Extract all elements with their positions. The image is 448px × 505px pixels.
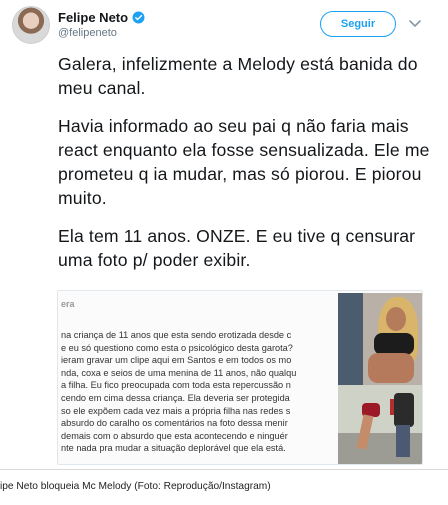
- attached-image[interactable]: era na criança de 11 anos que esta sendo…: [57, 290, 423, 465]
- avatar[interactable]: [12, 6, 50, 44]
- document-line: nda, coxa e seios de uma menina de 11 an…: [61, 367, 297, 378]
- document-line: absurdo do caralho os comentários na fot…: [61, 418, 288, 429]
- display-name-text[interactable]: Felipe Neto: [58, 10, 128, 25]
- tweet-paragraph: Ela tem 11 anos. ONZE. E eu tive q censu…: [58, 226, 416, 270]
- chevron-down-icon[interactable]: [407, 15, 423, 31]
- verified-badge-icon: [132, 11, 145, 24]
- document-line: so ele expõem cada vez mais a própria fi…: [61, 405, 291, 416]
- document-line: ieram gravar um clipe aqui em Santos e e…: [61, 355, 292, 366]
- document-header: era: [61, 299, 75, 309]
- document-line: cendo em cima dessa criança. Ela deveria…: [61, 392, 290, 403]
- document-text: na criança de 11 anos que esta sendo ero…: [61, 329, 361, 455]
- tweet-card: Felipe Neto @felipeneto Seguir Galera, i…: [0, 0, 448, 470]
- photo-bottom: [338, 385, 422, 464]
- user-handle[interactable]: @felipeneto: [58, 27, 117, 39]
- document-line: nte nada pra mudar a situação deplorável…: [61, 443, 286, 454]
- document-line: e eu só questiono como esta o psicológic…: [61, 342, 293, 353]
- tweet-paragraph: Galera, infelizmente a Melody está banid…: [58, 54, 418, 98]
- follow-button[interactable]: Seguir: [320, 11, 396, 37]
- document-line: a filha. Eu fico preocupada com toda est…: [61, 380, 291, 391]
- photo-caption: ipe Neto bloqueia Mc Melody (Foto: Repro…: [0, 481, 271, 492]
- display-name[interactable]: Felipe Neto: [58, 10, 145, 25]
- tweet-paragraph: Havia informado ao seu pai q não faria m…: [58, 116, 430, 208]
- document-line: na criança de 11 anos que esta sendo ero…: [61, 330, 292, 340]
- document-line: demais com o absurdo que esta acontecend…: [61, 430, 288, 441]
- tweet-text: Galera, infelizmente a Melody está banid…: [58, 52, 438, 286]
- photo-top: [338, 293, 422, 385]
